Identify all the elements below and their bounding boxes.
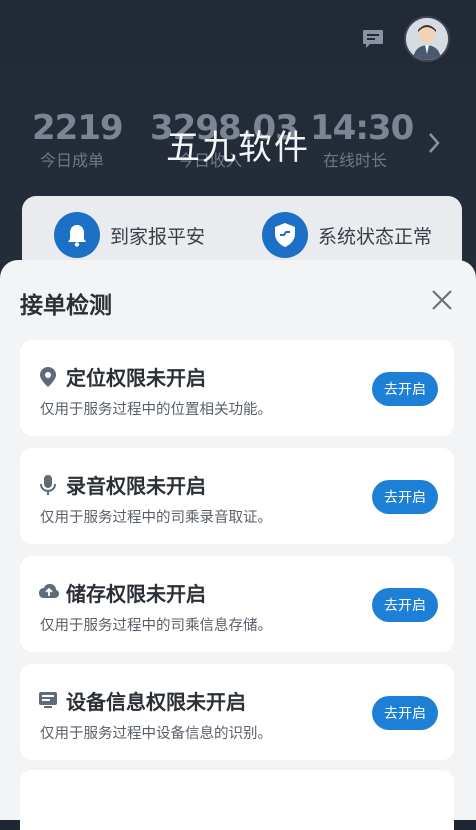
status-label: 到家报平安 [110, 225, 206, 248]
enable-device-info-button[interactable]: 去开启 [372, 696, 438, 730]
permission-card-partial [20, 770, 454, 830]
permission-desc: 仅用于服务过程中的位置相关功能。 [40, 402, 272, 418]
message-icon[interactable] [360, 26, 386, 52]
permission-card-recording: 录音权限未开启 仅用于服务过程中的司乘录音取证。 去开启 [20, 448, 454, 544]
avatar[interactable] [404, 16, 450, 62]
enable-storage-button[interactable]: 去开启 [372, 588, 438, 622]
cloud-upload-icon [38, 582, 59, 604]
enable-location-button[interactable]: 去开启 [372, 372, 438, 406]
permission-desc: 仅用于服务过程中设备信息的识别。 [40, 726, 272, 742]
permission-desc: 仅用于服务过程中的司乘录音取证。 [40, 510, 272, 526]
permission-card-location: 定位权限未开启 仅用于服务过程中的位置相关功能。 去开启 [20, 340, 454, 436]
permission-title: 储存权限未开启 [66, 582, 206, 606]
status-item-system[interactable]: 系统状态正常 [262, 212, 432, 258]
enable-recording-button[interactable]: 去开启 [372, 480, 438, 514]
location-pin-icon [38, 366, 58, 388]
bell-icon [54, 212, 100, 258]
sheet-title: 接单检测 [20, 293, 112, 319]
watermark: 五九软件 [166, 128, 310, 168]
permission-title: 录音权限未开启 [66, 474, 206, 498]
permission-desc: 仅用于服务过程中的司乘信息存储。 [40, 618, 272, 634]
bottom-sheet: 接单检测 定位权限未开启 仅用于服务过程中的位置相关功能。 去开启 录音权限未开… [0, 260, 476, 820]
status-label: 系统状态正常 [318, 225, 433, 248]
status-item-safety[interactable]: 到家报平安 [54, 212, 205, 258]
close-icon[interactable] [430, 288, 454, 312]
microphone-icon [38, 474, 58, 496]
permission-title: 定位权限未开启 [66, 366, 206, 390]
permission-title: 设备信息权限未开启 [66, 690, 246, 714]
shield-icon [262, 212, 308, 258]
permission-card-storage: 储存权限未开启 仅用于服务过程中的司乘信息存储。 去开启 [20, 556, 454, 652]
permission-card-device-info: 设备信息权限未开启 仅用于服务过程中设备信息的识别。 去开启 [20, 664, 454, 760]
device-info-icon [38, 690, 58, 712]
top-icons [360, 16, 450, 62]
